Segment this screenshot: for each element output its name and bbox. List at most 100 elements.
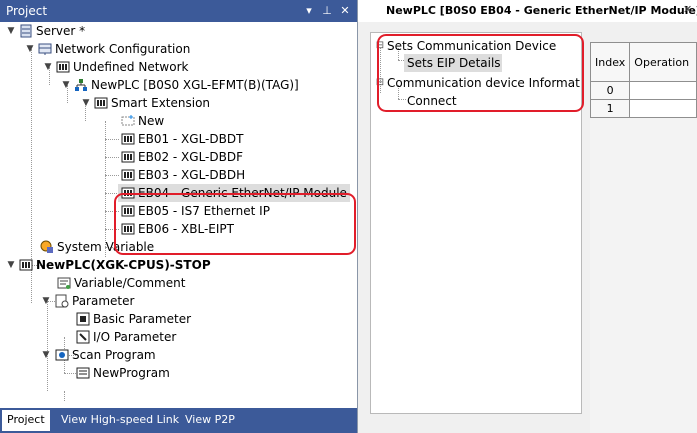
chevron-down-icon[interactable]: ▼ <box>43 58 53 76</box>
tab-view-high-speed-link[interactable]: View High-speed Link <box>56 408 184 433</box>
project-pane-title: Project <box>6 4 48 18</box>
tree-label: EB06 - XBL-EIPT <box>138 222 234 236</box>
tree-node-parameter[interactable]: ▼ Parameter <box>0 292 357 310</box>
tree-label: Parameter <box>72 294 135 308</box>
project-pane-header: Project ▾ ⊥ ✕ <box>0 0 357 22</box>
tree-label: New <box>138 114 165 128</box>
tree-node-variable-comment[interactable]: Variable/Comment <box>0 274 357 292</box>
tab-project[interactable]: Project <box>2 410 50 431</box>
tree-label: Network Configuration <box>55 42 191 56</box>
grid-header-index: Index <box>589 42 631 82</box>
tree-node-server[interactable]: ▼ Server * <box>0 22 357 40</box>
tree-label: NewPLC(XGK-CPUS)-STOP <box>36 258 211 272</box>
settings-node-sets-comm-device[interactable]: ⊟ Sets Communication Device <box>371 37 581 55</box>
tree-label: NewProgram <box>93 366 170 380</box>
tree-label: I/O Parameter <box>93 330 177 344</box>
settings-node-sets-eip-details[interactable]: Sets EIP Details <box>404 54 502 72</box>
pin-icon[interactable]: ⊥ <box>320 3 334 19</box>
tree-label: Basic Parameter <box>93 312 192 326</box>
program-icon <box>76 367 90 379</box>
table-row[interactable]: 1 <box>589 99 697 118</box>
system-variable-icon <box>40 240 53 253</box>
close-pane-icon[interactable]: ✕ <box>338 3 352 19</box>
grid-cell-index: 0 <box>589 81 631 100</box>
tree-label: Scan Program <box>72 348 156 362</box>
chevron-down-icon[interactable]: ▼ <box>41 346 51 364</box>
basic-parameter-icon <box>76 312 90 326</box>
settings-label: Sets Communication Device <box>387 39 557 53</box>
module-icon <box>19 259 33 271</box>
tree-node-newplc-cpu[interactable]: ▼ NewPLC(XGK-CPUS)-STOP <box>0 256 357 274</box>
scan-program-icon <box>55 349 69 361</box>
module-icon <box>121 187 135 199</box>
chevron-down-icon[interactable]: ▼ <box>41 292 51 310</box>
settings-node-comm-device-info[interactable]: ⊟ Communication device Informat <box>371 74 581 92</box>
operation-grid: Index Operation 0 1 <box>589 42 697 433</box>
tree-node-eb01[interactable]: EB01 - XGL-DBDT <box>0 130 357 148</box>
tree-label: EB05 - IS7 Ethernet IP <box>138 204 270 218</box>
chevron-down-icon[interactable]: ▼ <box>25 40 35 58</box>
tree-label: System Variable <box>57 240 155 254</box>
settings-node-connect[interactable]: Connect <box>404 92 494 110</box>
grid-cell-operation[interactable] <box>629 99 697 118</box>
tree-node-eb02[interactable]: EB02 - XGL-DBDF <box>0 148 357 166</box>
tree-node-smart-extension[interactable]: ▼ Smart Extension <box>0 94 357 112</box>
tree-label: Smart Extension <box>111 96 211 110</box>
tree-node-eb06[interactable]: EB06 - XBL-EIPT <box>0 220 357 238</box>
document-tab-title: NewPLC [B0S0 EB04 - Generic EtherNet/IP … <box>386 4 697 17</box>
chevron-down-icon[interactable]: ▼ <box>61 76 71 94</box>
module-icon <box>56 61 70 73</box>
settings-label: Sets EIP Details <box>407 56 501 70</box>
tree-label: Variable/Comment <box>74 276 186 290</box>
grid-cell-operation[interactable] <box>629 81 697 100</box>
collapse-icon[interactable]: ⊟ <box>375 74 385 92</box>
new-item-icon <box>121 115 135 126</box>
chevron-down-icon[interactable]: ▼ <box>81 94 91 112</box>
module-icon <box>121 133 135 145</box>
pane-dropdown-icon[interactable]: ▾ <box>302 3 316 19</box>
tree-node-basic-parameter[interactable]: Basic Parameter <box>0 310 357 328</box>
tree-node-newplc-network[interactable]: ▼ NewPLC [B0S0 XGL-EFMT(B)(TAG)] <box>0 76 357 94</box>
tree-node-scan-program[interactable]: ▼ Scan Program <box>0 346 357 364</box>
tree-label: EB01 - XGL-DBDT <box>138 132 244 146</box>
tree-node-io-parameter[interactable]: I/O Parameter <box>0 328 357 346</box>
tree-node-network-configuration[interactable]: ▼ Network Configuration <box>0 40 357 58</box>
close-tab-icon[interactable]: ✕ <box>683 3 692 16</box>
settings-label: Communication device Informat <box>387 76 580 90</box>
tree-node-new-program[interactable]: NewProgram <box>0 364 357 382</box>
tab-view-p2p[interactable]: View P2P <box>180 408 240 433</box>
tree-node-eb05[interactable]: EB05 - IS7 Ethernet IP <box>0 202 357 220</box>
tree-label: EB04 - Generic EtherNet/IP Module <box>138 186 347 200</box>
chevron-down-icon[interactable]: ▼ <box>6 22 16 40</box>
tree-label: EB02 - XGL-DBDF <box>138 150 243 164</box>
tree-node-new[interactable]: New <box>0 112 357 130</box>
collapse-icon[interactable]: ⊟ <box>375 37 385 55</box>
module-icon <box>121 169 135 181</box>
tree-node-system-variable[interactable]: System Variable <box>0 238 357 256</box>
network-icon <box>38 43 52 55</box>
document-tab[interactable]: NewPLC [B0S0 EB04 - Generic EtherNet/IP … <box>358 0 697 23</box>
chevron-down-icon[interactable]: ▼ <box>6 256 16 274</box>
io-parameter-icon <box>76 330 90 344</box>
project-tree: ▼ Server * ▼ Network Configuration ▼ Und… <box>0 22 357 408</box>
network-node-icon <box>75 79 87 91</box>
settings-tree: ⊟ Sets Communication Device Sets EIP Det… <box>370 32 582 414</box>
module-icon <box>121 151 135 163</box>
tree-label: NewPLC [B0S0 XGL-EFMT(B)(TAG)] <box>91 78 299 92</box>
tree-label: EB03 - XGL-DBDH <box>138 168 246 182</box>
settings-label: Connect <box>407 94 457 108</box>
tree-node-eb03[interactable]: EB03 - XGL-DBDH <box>0 166 357 184</box>
tree-label: Server * <box>36 24 86 38</box>
module-icon <box>121 205 135 217</box>
grid-header-operation: Operation <box>629 42 697 82</box>
project-bottom-tabs: Project View High-speed Link View P2P <box>0 408 357 433</box>
tree-label: Undefined Network <box>73 60 189 74</box>
grid-cell-index: 1 <box>589 99 631 118</box>
document-tab-strip: NewPLC [B0S0 EB04 - Generic EtherNet/IP … <box>358 0 697 23</box>
table-row[interactable]: 0 <box>589 81 697 100</box>
parameter-icon <box>55 294 69 308</box>
module-icon <box>94 97 108 109</box>
tree-node-eb04[interactable]: EB04 - Generic EtherNet/IP Module <box>118 184 350 202</box>
tree-node-undefined-network[interactable]: ▼ Undefined Network <box>0 58 357 76</box>
project-pane: Project ▾ ⊥ ✕ ▼ Server * ▼ Network Confi… <box>0 0 358 433</box>
